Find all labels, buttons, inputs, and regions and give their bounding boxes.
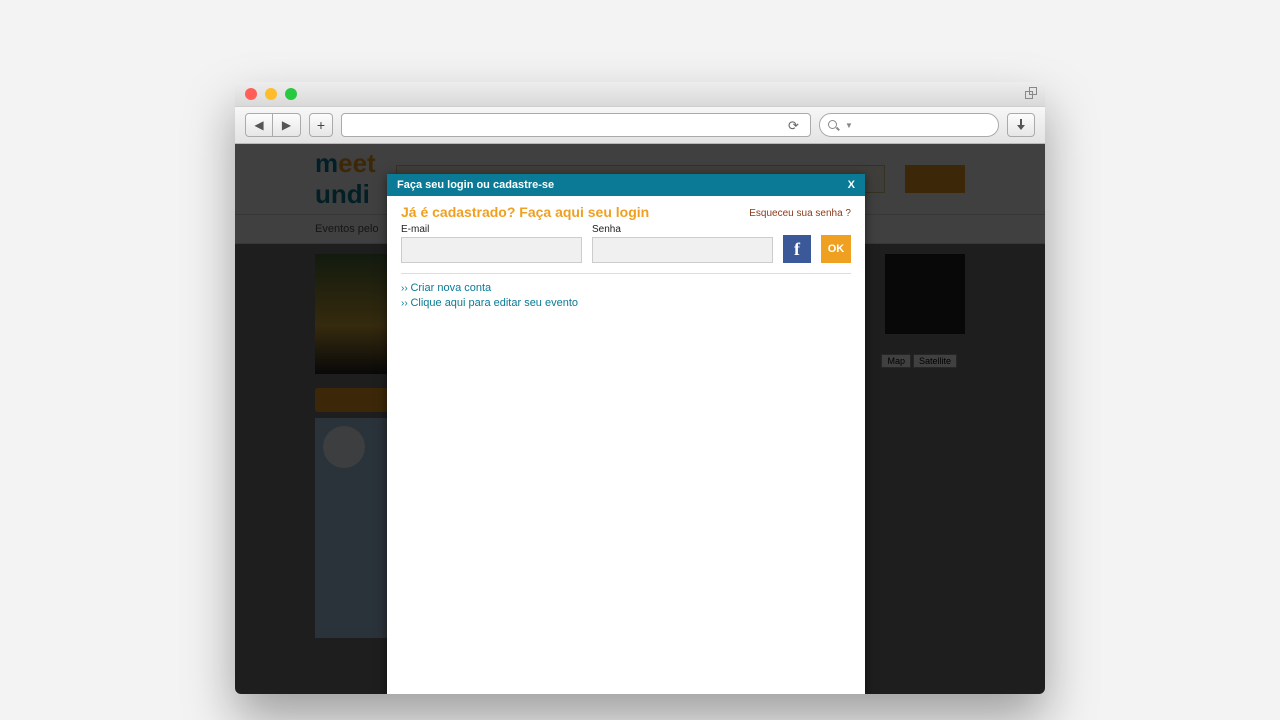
browser-toolbar: ◀ ▶ + ⟳ ▼ — [235, 106, 1045, 144]
fullscreen-icon[interactable] — [1025, 87, 1037, 99]
logo-part: eet — [338, 148, 376, 178]
page-viewport: meetundi Eventos pelo — [235, 144, 1045, 694]
search-icon — [828, 120, 839, 131]
login-modal: Faça seu login ou cadastre-se X Esqueceu… — [387, 174, 865, 694]
divider — [401, 273, 851, 274]
nav-buttons: ◀ ▶ — [245, 113, 301, 137]
search-bar[interactable]: ▼ — [819, 113, 999, 137]
site-search-button[interactable] — [905, 165, 965, 193]
edit-event-link[interactable]: Clique aqui para editar seu evento — [401, 297, 851, 309]
facebook-login-button[interactable]: f — [783, 235, 811, 263]
download-icon — [1014, 118, 1028, 132]
email-field[interactable] — [401, 237, 582, 263]
password-label: Senha — [592, 224, 773, 235]
map-button[interactable]: Map — [881, 354, 911, 368]
logo-part: m — [315, 148, 338, 178]
ok-button[interactable]: OK — [821, 235, 851, 263]
login-form-row: E-mail Senha f OK — [401, 224, 851, 263]
titlebar — [235, 82, 1045, 106]
password-column: Senha — [592, 224, 773, 263]
modal-header: Faça seu login ou cadastre-se X — [387, 174, 865, 196]
modal-body: Esqueceu sua senha ? Já é cadastrado? Fa… — [387, 196, 865, 320]
new-tab-button[interactable]: + — [309, 113, 333, 137]
reload-icon[interactable]: ⟳ — [788, 118, 802, 132]
satellite-button[interactable]: Satellite — [913, 354, 957, 368]
zoom-window-icon[interactable] — [285, 88, 297, 100]
sidebar-card — [885, 254, 965, 334]
map-type-toggle: Map Satellite — [881, 354, 957, 368]
right-column — [885, 254, 965, 638]
close-icon[interactable]: X — [848, 179, 855, 191]
modal-title-bar-text: Faça seu login ou cadastre-se — [397, 179, 554, 191]
browser-window: ◀ ▶ + ⟳ ▼ meetundi Eventos pelo — [235, 82, 1045, 694]
site-logo: meetundi — [315, 148, 376, 210]
email-label: E-mail — [401, 224, 582, 235]
create-account-link[interactable]: Criar nova conta — [401, 282, 851, 294]
forward-button[interactable]: ▶ — [273, 113, 301, 137]
nav-label: Eventos pelo — [315, 223, 379, 235]
chevron-down-icon: ▼ — [845, 121, 853, 130]
close-window-icon[interactable] — [245, 88, 257, 100]
url-bar[interactable]: ⟳ — [341, 113, 811, 137]
map-pan-control[interactable] — [323, 426, 365, 468]
back-button[interactable]: ◀ — [245, 113, 273, 137]
downloads-button[interactable] — [1007, 113, 1035, 137]
forgot-password-link[interactable]: Esqueceu sua senha ? — [749, 208, 851, 219]
logo-part: undi — [315, 179, 370, 209]
minimize-window-icon[interactable] — [265, 88, 277, 100]
password-field[interactable] — [592, 237, 773, 263]
email-column: E-mail — [401, 224, 582, 263]
